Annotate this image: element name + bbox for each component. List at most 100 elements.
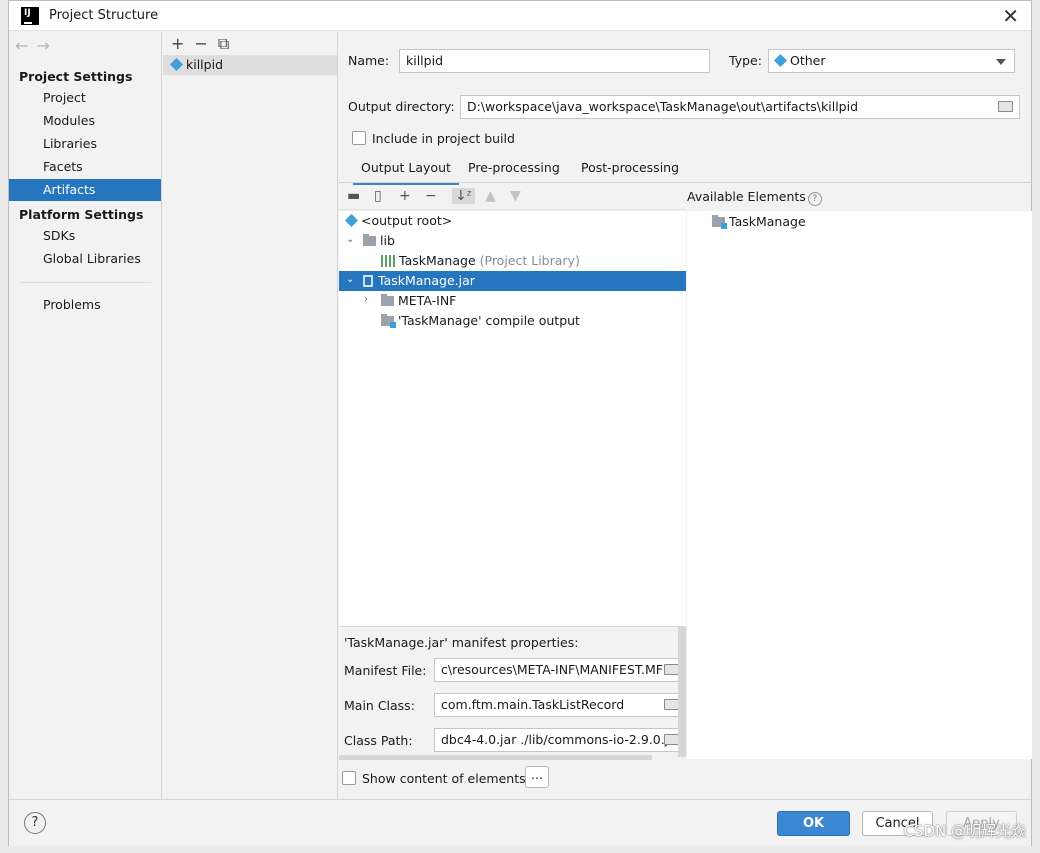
project-structure-dialog: IJ Project Structure ✕ ←→ Project Settin… [8, 0, 1032, 846]
tree-row-jar[interactable]: ⌄ TaskManage.jar [339, 271, 686, 291]
available-elements-header: Available Elements? [687, 189, 822, 206]
name-field[interactable]: killpid [399, 49, 710, 73]
available-item-taskmanage[interactable]: TaskManage [687, 212, 1032, 232]
nav-item-project[interactable]: Project [9, 87, 161, 109]
tree-row-output-root[interactable]: <output root> [339, 211, 686, 231]
output-directory-label: Output directory: [348, 99, 455, 114]
remove-icon[interactable]: − [194, 34, 207, 53]
dialog-button-bar: ? OK Cancel Apply [9, 799, 1031, 846]
tree-row-lib[interactable]: ⌄ lib [339, 231, 686, 251]
show-content-checkbox[interactable] [342, 771, 356, 785]
type-select-value: Other [790, 53, 826, 68]
new-directory-icon[interactable]: ▬ [347, 188, 360, 204]
copy-icon[interactable]: ⧉ [218, 34, 229, 53]
chevron-down-icon[interactable]: ⌄ [346, 234, 354, 245]
nav-divider [19, 282, 151, 283]
available-item-label: TaskManage [729, 214, 806, 229]
move-down-icon[interactable]: ▼ [510, 188, 521, 204]
tree-row-library[interactable]: TaskManage (Project Library) [339, 251, 686, 271]
manifest-title: 'TaskManage.jar' manifest properties: [344, 635, 579, 650]
artifact-editor: Name: killpid Type: Other Output directo… [339, 32, 1032, 799]
lib-label: lib [380, 233, 395, 248]
manifest-file-value: c\resources\META-INF\MANIFEST.MF [441, 662, 663, 677]
folder-browse-icon[interactable] [664, 699, 679, 710]
chevron-down-icon [996, 59, 1006, 65]
forward-arrow-icon[interactable]: → [36, 36, 57, 55]
nav-item-sdks[interactable]: SDKs [9, 225, 161, 247]
compile-output-label: 'TaskManage' compile output [398, 313, 580, 328]
show-content-row: Show content of elements ... [339, 761, 1032, 799]
type-label: Type: [729, 53, 762, 68]
library-icon [381, 255, 395, 267]
tab-post-processing[interactable]: Post-processing [581, 160, 681, 184]
sort-icon[interactable]: ↓ᶻ [452, 188, 475, 204]
main-class-label: Main Class: [344, 698, 415, 713]
library-label: TaskManage [399, 253, 476, 268]
meta-inf-label: META-INF [398, 293, 457, 308]
chevron-right-icon[interactable]: › [364, 294, 368, 305]
ok-button[interactable]: OK [777, 811, 850, 836]
manifest-file-label: Manifest File: [344, 663, 427, 678]
jar-icon [363, 275, 373, 287]
artifact-toolbar: + − ⧉ [171, 34, 239, 54]
class-path-label: Class Path: [344, 733, 413, 748]
artifact-item-label: killpid [186, 57, 223, 72]
folder-browse-icon[interactable] [664, 734, 679, 745]
chevron-down-icon[interactable]: ⌄ [346, 274, 354, 285]
available-elements-list: TaskManage [687, 211, 1032, 759]
layout-toolbar: ▬ ▯ + − ↓ᶻ ▲ ▼ [339, 183, 686, 210]
folder-icon [363, 234, 376, 246]
watermark-text: CSDN @明辉光焱 [903, 822, 1026, 840]
show-content-label: Show content of elements [362, 771, 526, 786]
create-archive-icon[interactable]: ▯ [374, 188, 382, 204]
include-in-build-label: Include in project build [372, 131, 515, 146]
tab-output-layout[interactable]: Output Layout [353, 160, 459, 185]
help-icon[interactable]: ? [807, 192, 822, 206]
tree-row-compile-output[interactable]: 'TaskManage' compile output [339, 311, 686, 331]
output-directory-field[interactable]: D:\workspace\java_workspace\TaskManage\o… [460, 95, 1020, 119]
intellij-icon: IJ [21, 7, 39, 25]
other-type-icon [773, 53, 788, 68]
class-path-field[interactable]: dbc4-4.0.jar ./lib/commons-io-2.9.0.jar [434, 728, 686, 752]
main-class-value: com.ftm.main.TaskListRecord [441, 697, 625, 712]
manifest-properties-panel: 'TaskManage.jar' manifest properties: Ma… [339, 626, 686, 760]
folder-browse-icon[interactable] [664, 664, 679, 675]
project-settings-header: Project Settings [19, 69, 133, 84]
main-class-field[interactable]: com.ftm.main.TaskListRecord [434, 693, 686, 717]
platform-settings-header: Platform Settings [19, 207, 144, 222]
tree-row-meta-inf[interactable]: › META-INF [339, 291, 686, 311]
nav-item-artifacts[interactable]: Artifacts [9, 179, 161, 201]
close-icon[interactable]: ✕ [1002, 4, 1019, 28]
module-icon [712, 215, 727, 229]
back-arrow-icon[interactable]: ← [15, 36, 36, 55]
window-title: Project Structure [49, 8, 159, 23]
add-icon[interactable]: + [171, 34, 184, 53]
nav-item-modules[interactable]: Modules [9, 110, 161, 132]
help-button[interactable]: ? [24, 812, 46, 834]
manifest-file-field[interactable]: c\resources\META-INF\MANIFEST.MF [434, 658, 686, 682]
artifact-diamond-icon [169, 57, 184, 72]
tab-pre-processing[interactable]: Pre-processing [468, 160, 563, 184]
manifest-horizontal-scrollbar[interactable] [339, 755, 652, 760]
module-output-icon [381, 314, 396, 328]
nav-item-facets[interactable]: Facets [9, 156, 161, 178]
artifact-item-killpid[interactable]: killpid [163, 55, 337, 75]
remove-element-icon[interactable]: − [425, 188, 437, 204]
manifest-vertical-scrollbar[interactable] [678, 627, 686, 757]
nav-item-libraries[interactable]: Libraries [9, 133, 161, 155]
output-directory-value: D:\workspace\java_workspace\TaskManage\o… [467, 99, 859, 114]
name-label: Name: [348, 53, 390, 68]
jar-label: TaskManage.jar [378, 273, 475, 288]
class-path-value: dbc4-4.0.jar ./lib/commons-io-2.9.0.jar [441, 732, 681, 747]
nav-item-problems[interactable]: Problems [9, 294, 161, 316]
history-arrows: ←→ [15, 36, 58, 55]
include-in-build-checkbox[interactable] [352, 131, 366, 145]
move-up-icon[interactable]: ▲ [485, 188, 496, 204]
available-elements-title: Available Elements [687, 189, 806, 204]
show-content-options-button[interactable]: ... [525, 766, 549, 788]
nav-item-global-libraries[interactable]: Global Libraries [9, 248, 161, 270]
type-select[interactable]: Other [768, 49, 1015, 73]
add-element-icon[interactable]: + [399, 188, 411, 204]
folder-browse-icon[interactable] [998, 101, 1013, 112]
folder-icon [381, 294, 394, 306]
